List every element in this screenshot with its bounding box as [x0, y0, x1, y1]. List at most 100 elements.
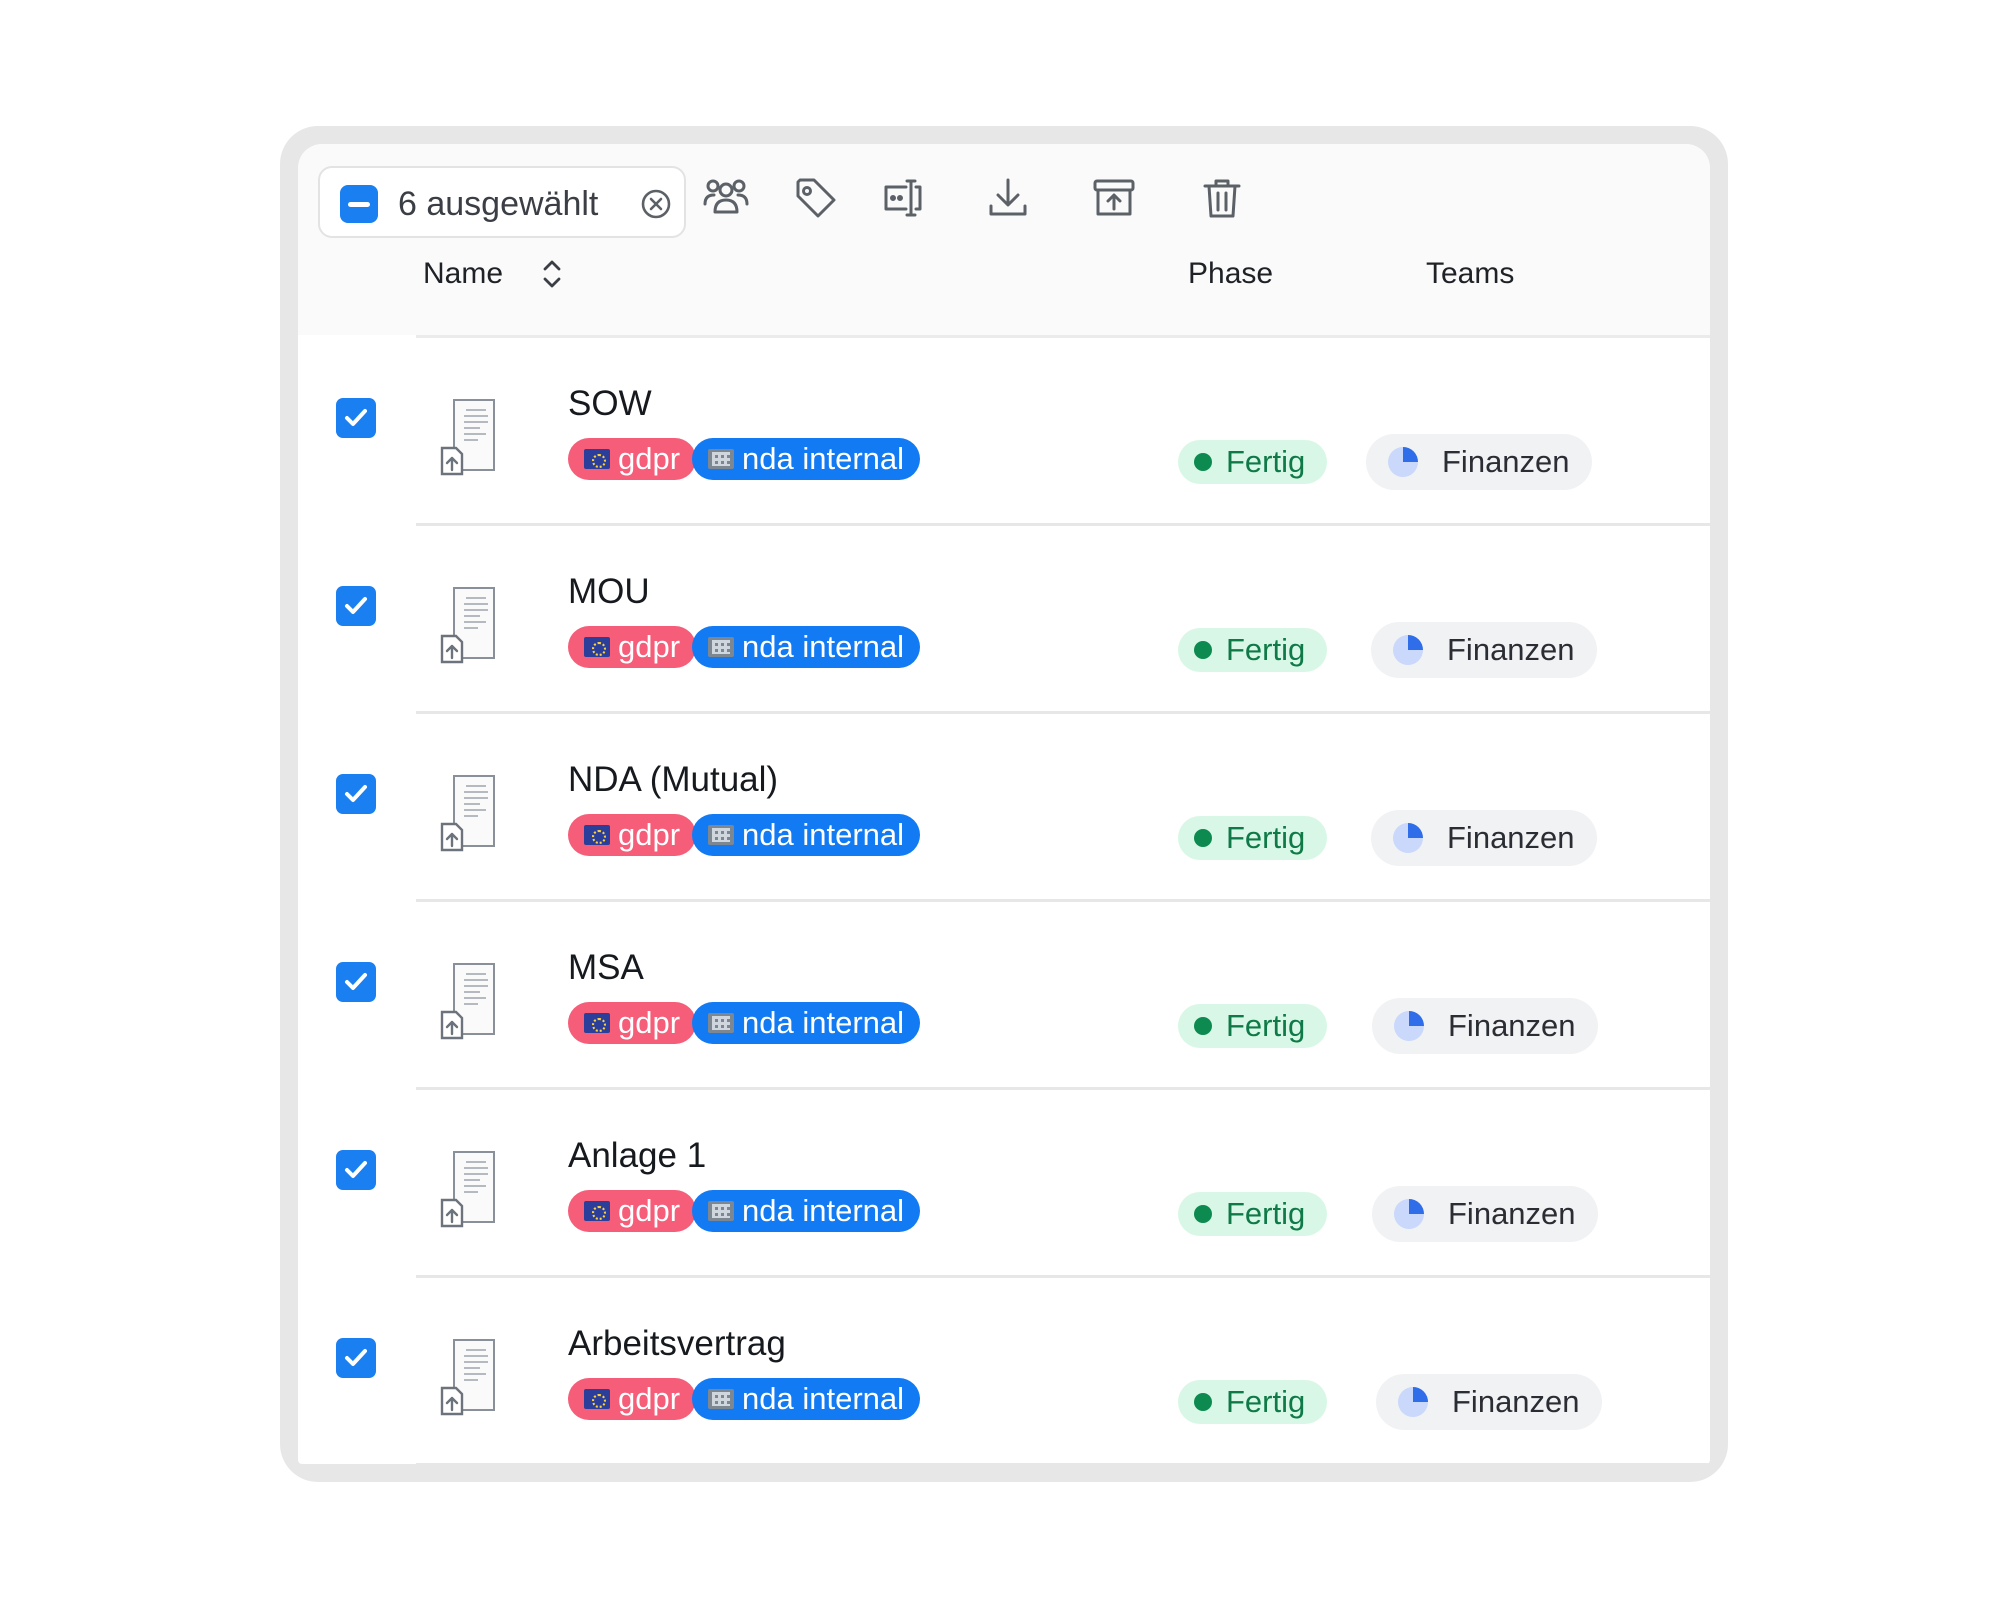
tag-gdpr[interactable]: gdpr: [568, 626, 697, 668]
pie-chart-icon: [1393, 823, 1423, 853]
tag-gdpr[interactable]: gdpr: [568, 1378, 697, 1420]
tag-nda-internal[interactable]: nda internal: [692, 438, 921, 480]
building-icon: [708, 449, 734, 469]
checkmark-icon: [345, 597, 367, 614]
row-checkbox[interactable]: [336, 1150, 376, 1190]
tag-label: gdpr: [618, 1193, 681, 1228]
team-badge[interactable]: Finanzen: [1366, 434, 1592, 490]
phase-label: Fertig: [1226, 444, 1306, 479]
tag-nda-internal[interactable]: nda internal: [692, 1190, 921, 1232]
selection-count: 6 ausgewählt: [398, 185, 599, 223]
tag-label: gdpr: [618, 1381, 681, 1416]
team-badge[interactable]: Finanzen: [1376, 1374, 1602, 1430]
status-dot-icon: [1194, 453, 1212, 471]
document-upload-icon: [440, 963, 495, 1040]
table-row[interactable]: MOU gdpr nda internal Fertig Finanzen: [298, 526, 1710, 714]
indeterminate-dash-icon: [348, 201, 370, 207]
phase-label: Fertig: [1226, 632, 1306, 667]
trash-icon: [1203, 179, 1241, 218]
tag-gdpr[interactable]: gdpr: [568, 1190, 697, 1232]
pie-chart-icon: [1398, 1387, 1428, 1417]
table-row[interactable]: Anlage 1 gdpr nda internal Fertig Finanz…: [298, 1090, 1710, 1278]
document-upload-icon: [440, 1151, 495, 1228]
building-icon: [708, 637, 734, 657]
document-upload-icon: [440, 587, 495, 664]
pie-chart-icon: [1393, 635, 1423, 665]
row-checkbox[interactable]: [336, 962, 376, 1002]
teams-button[interactable]: [700, 172, 752, 224]
tag-label: gdpr: [618, 629, 681, 664]
document-name[interactable]: NDA (Mutual): [568, 758, 778, 802]
team-badge[interactable]: Finanzen: [1371, 622, 1597, 678]
phase-badge: Fertig: [1178, 816, 1328, 860]
row-checkbox[interactable]: [336, 398, 376, 438]
status-dot-icon: [1194, 641, 1212, 659]
phase-badge: Fertig: [1178, 1192, 1328, 1236]
team-badge[interactable]: Finanzen: [1372, 1186, 1598, 1242]
document-table-panel: 6 ausgewählt Name Phase Teams SOW gdpr n…: [298, 144, 1710, 1464]
status-dot-icon: [1194, 1393, 1212, 1411]
document-name[interactable]: Anlage 1: [568, 1134, 706, 1178]
column-header-teams: Teams: [1426, 257, 1515, 290]
tag-button[interactable]: [790, 172, 842, 224]
pie-chart-icon: [1388, 447, 1418, 477]
tag-gdpr[interactable]: gdpr: [568, 438, 697, 480]
team-label: Finanzen: [1448, 1196, 1576, 1231]
tag-nda-internal[interactable]: nda internal: [692, 1378, 921, 1420]
tag-nda-internal[interactable]: nda internal: [692, 1002, 921, 1044]
document-name[interactable]: MOU: [568, 570, 650, 614]
document-name[interactable]: SOW: [568, 382, 652, 426]
phase-label: Fertig: [1226, 1384, 1306, 1419]
column-header-name[interactable]: Name: [423, 254, 503, 294]
delete-button[interactable]: [1196, 172, 1248, 224]
table-row[interactable]: SOW gdpr nda internal Fertig Finanzen: [298, 338, 1710, 526]
checkmark-icon: [345, 1161, 367, 1178]
archive-icon: [1093, 179, 1135, 216]
selection-toolbar: 6 ausgewählt Name Phase Teams: [298, 144, 1710, 335]
status-dot-icon: [1194, 1205, 1212, 1223]
building-icon: [708, 1389, 734, 1409]
team-badge[interactable]: Finanzen: [1372, 998, 1598, 1054]
document-name[interactable]: MSA: [568, 946, 644, 990]
checkmark-icon: [345, 409, 367, 426]
team-label: Finanzen: [1442, 444, 1570, 479]
tag-nda-internal[interactable]: nda internal: [692, 626, 921, 668]
archive-button[interactable]: [1088, 172, 1140, 224]
table-row[interactable]: NDA (Mutual) gdpr nda internal Fertig Fi…: [298, 714, 1710, 902]
select-all-checkbox[interactable]: [340, 185, 378, 223]
status-dot-icon: [1194, 829, 1212, 847]
tag-label: gdpr: [618, 441, 681, 476]
tag-gdpr[interactable]: gdpr: [568, 814, 697, 856]
document-upload-icon: [440, 775, 495, 852]
download-icon: [989, 178, 1027, 216]
team-badge[interactable]: Finanzen: [1371, 810, 1597, 866]
row-divider: [416, 1463, 1710, 1464]
team-label: Finanzen: [1448, 1008, 1576, 1043]
sort-icon[interactable]: [538, 256, 566, 292]
phase-badge: Fertig: [1178, 440, 1328, 484]
tag-gdpr[interactable]: gdpr: [568, 1002, 697, 1044]
row-checkbox[interactable]: [336, 1338, 376, 1378]
row-checkbox[interactable]: [336, 774, 376, 814]
building-icon: [708, 1013, 734, 1033]
document-name[interactable]: Arbeitsvertrag: [568, 1322, 786, 1366]
eu-flag-icon: [584, 1201, 610, 1221]
table-row[interactable]: MSA gdpr nda internal Fertig Finanzen: [298, 902, 1710, 1090]
tag-icon: [796, 178, 836, 218]
tag-label: gdpr: [618, 817, 681, 852]
table-row[interactable]: Arbeitsvertrag gdpr nda internal Fertig …: [298, 1278, 1710, 1464]
rename-button[interactable]: [876, 172, 928, 224]
building-icon: [708, 825, 734, 845]
document-upload-icon: [440, 399, 495, 476]
checkmark-icon: [345, 973, 367, 990]
download-button[interactable]: [982, 172, 1034, 224]
phase-badge: Fertig: [1178, 1004, 1328, 1048]
tag-nda-internal[interactable]: nda internal: [692, 814, 921, 856]
window-frame: 6 ausgewählt Name Phase Teams SOW gdpr n…: [280, 126, 1728, 1482]
checkmark-icon: [345, 1349, 367, 1366]
tag-label: nda internal: [742, 441, 905, 476]
clear-selection-icon[interactable]: [640, 188, 672, 220]
phase-label: Fertig: [1226, 820, 1306, 855]
phase-label: Fertig: [1226, 1196, 1306, 1231]
row-checkbox[interactable]: [336, 586, 376, 626]
